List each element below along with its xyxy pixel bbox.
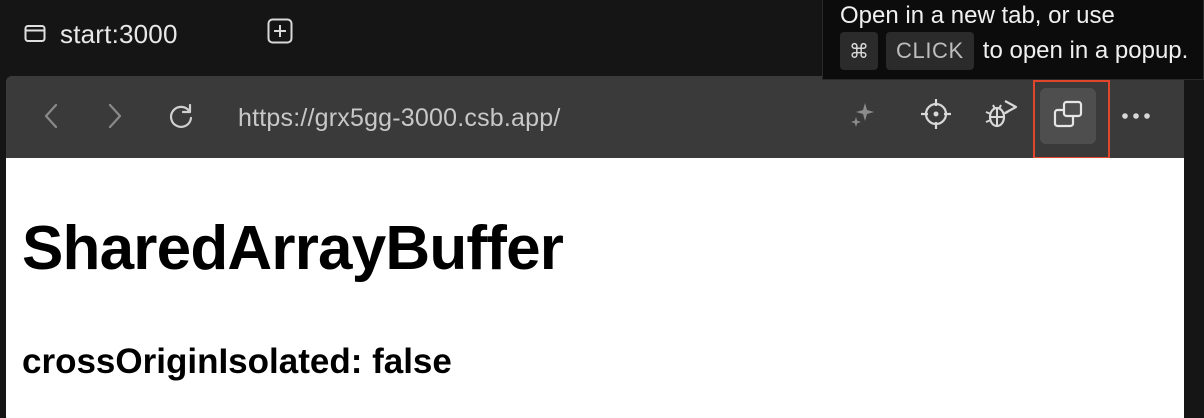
browser-preview: https://grx5gg-3000.csb.app/ SharedArray… xyxy=(6,76,1184,418)
debug-button[interactable] xyxy=(981,96,1021,136)
reload-button[interactable] xyxy=(161,98,201,138)
bug-play-icon xyxy=(983,97,1019,136)
forward-button[interactable] xyxy=(94,98,134,138)
page-heading: SharedArrayBuffer xyxy=(22,214,564,283)
more-icon xyxy=(1121,107,1151,125)
page-viewport: SharedArrayBuffer crossOriginIsolated: f… xyxy=(6,158,1184,418)
chevron-left-icon xyxy=(42,102,62,135)
crosshair-icon xyxy=(920,98,952,135)
reload-icon xyxy=(167,102,195,135)
tooltip-line-1: Open in a new tab, or use xyxy=(840,2,1115,29)
cmd-key: ⌘ xyxy=(840,32,878,70)
chevron-right-icon xyxy=(104,102,124,135)
tooltip-line-2: ⌘ CLICK to open in a popup. xyxy=(840,32,1188,70)
tab-start-3000[interactable]: start:3000 xyxy=(18,14,184,54)
open-popup-button[interactable] xyxy=(1040,88,1096,144)
click-key: CLICK xyxy=(886,32,974,70)
tab-label: start:3000 xyxy=(60,18,178,49)
popup-tooltip: Open in a new tab, or use ⌘ CLICK to ope… xyxy=(822,0,1204,80)
url-field[interactable]: https://grx5gg-3000.csb.app/ xyxy=(238,98,560,138)
more-button[interactable] xyxy=(1116,96,1156,136)
plus-square-icon xyxy=(267,18,293,49)
open-popup-icon xyxy=(1052,99,1084,134)
add-tab-button[interactable] xyxy=(266,18,294,49)
page-subheading: crossOriginIsolated: false xyxy=(22,342,452,381)
back-button[interactable] xyxy=(32,98,72,138)
inspect-button[interactable] xyxy=(916,96,956,136)
sparkle-icon xyxy=(848,99,878,134)
browser-toolbar: https://grx5gg-3000.csb.app/ xyxy=(6,76,1184,159)
tooltip-line-2-text: to open in a popup. xyxy=(982,37,1189,64)
window-icon xyxy=(24,23,46,45)
sparkle-button[interactable] xyxy=(843,96,883,136)
